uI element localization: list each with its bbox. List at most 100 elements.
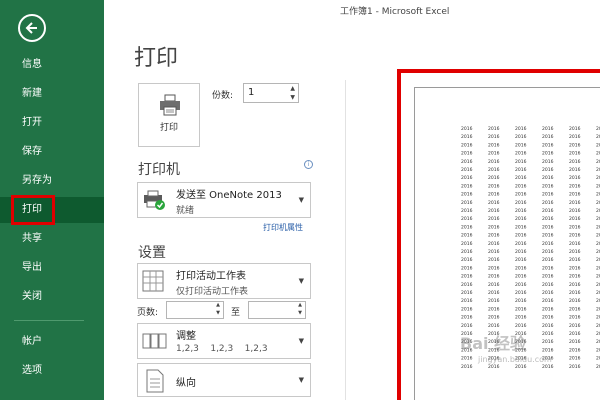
print-button[interactable]: 打印 bbox=[138, 83, 200, 147]
sidebar-item-save[interactable]: 保存 bbox=[0, 139, 104, 165]
preview-cell: 2016 bbox=[515, 159, 527, 165]
sidebar-item-export[interactable]: 导出 bbox=[0, 255, 104, 281]
page-to-input[interactable]: ▲ ▼ bbox=[248, 301, 306, 319]
preview-cell: 2016 bbox=[488, 257, 500, 263]
preview-cell: 2016 bbox=[569, 126, 581, 132]
preview-cell: 2016 bbox=[515, 274, 527, 280]
preview-cell: 2016 bbox=[515, 175, 527, 181]
spin-down-icon[interactable]: ▼ bbox=[298, 310, 302, 316]
preview-cell: 2016 bbox=[569, 298, 581, 304]
preview-cell: 2016 bbox=[542, 208, 554, 214]
preview-cell: 2016 bbox=[461, 265, 473, 271]
copies-input[interactable]: 1 ▲ ▼ bbox=[243, 83, 299, 103]
preview-cell: 2016 bbox=[569, 265, 581, 271]
preview-cell: 2016 bbox=[461, 257, 473, 263]
sidebar-item-save-as[interactable]: 另存为 bbox=[0, 168, 104, 194]
preview-cell: 2016 bbox=[596, 183, 600, 189]
preview-cell: 2016 bbox=[596, 192, 600, 198]
excel-print-backstage: 信息 新建 打开 保存 另存为 打印 共享 导出 关闭 帐户 选项 工作簿1 -… bbox=[0, 0, 600, 400]
preview-cell: 2016 bbox=[569, 356, 581, 362]
preview-cell: 2016 bbox=[542, 282, 554, 288]
preview-cell: 2016 bbox=[569, 364, 581, 370]
preview-cell: 2016 bbox=[488, 216, 500, 222]
preview-cell: 2016 bbox=[461, 356, 473, 362]
collate-title: 调整 bbox=[176, 331, 196, 342]
page-from-input[interactable]: ▲ ▼ bbox=[166, 301, 224, 319]
preview-cell: 2016 bbox=[461, 298, 473, 304]
preview-cell: 2016 bbox=[515, 290, 527, 296]
copies-label: 份数: bbox=[212, 91, 234, 101]
spin-up-icon[interactable]: ▲ bbox=[298, 302, 302, 308]
preview-cell: 2016 bbox=[596, 241, 600, 247]
sidebar-item-new[interactable]: 新建 bbox=[0, 81, 104, 107]
preview-cell: 2016 bbox=[488, 323, 500, 329]
preview-cell: 2016 bbox=[596, 323, 600, 329]
spin-down-icon[interactable]: ▼ bbox=[290, 94, 295, 101]
preview-cell: 2016 bbox=[488, 175, 500, 181]
preview-cell: 2016 bbox=[569, 167, 581, 173]
panel-divider bbox=[345, 80, 346, 400]
preview-cell: 2016 bbox=[569, 208, 581, 214]
preview-cell: 2016 bbox=[596, 134, 600, 140]
preview-cell: 2016 bbox=[542, 142, 554, 148]
chevron-down-icon: ▼ bbox=[298, 196, 304, 204]
preview-cell: 2016 bbox=[515, 233, 527, 239]
preview-cell: 2016 bbox=[488, 183, 500, 189]
preview-cell: 2016 bbox=[596, 339, 600, 345]
preview-cell: 2016 bbox=[596, 315, 600, 321]
sidebar-item-close[interactable]: 关闭 bbox=[0, 284, 104, 310]
preview-cell: 2016 bbox=[569, 282, 581, 288]
sidebar-item-share[interactable]: 共享 bbox=[0, 226, 104, 252]
print-scope-dropdown[interactable]: 打印活动工作表 仅打印活动工作表 ▼ bbox=[137, 263, 311, 299]
sidebar-item-open[interactable]: 打开 bbox=[0, 110, 104, 136]
preview-cell: 2016 bbox=[569, 315, 581, 321]
preview-cell: 2016 bbox=[542, 339, 554, 345]
preview-cell: 2016 bbox=[461, 200, 473, 206]
preview-cell: 2016 bbox=[461, 224, 473, 230]
preview-cell: 2016 bbox=[488, 241, 500, 247]
info-icon[interactable]: i bbox=[304, 160, 313, 169]
preview-cell: 2016 bbox=[488, 315, 500, 321]
preview-cell: 2016 bbox=[461, 208, 473, 214]
preview-cell: 2016 bbox=[515, 323, 527, 329]
preview-cell: 2016 bbox=[461, 192, 473, 198]
to-label: 至 bbox=[231, 308, 241, 318]
orientation-dropdown[interactable]: 纵向 ▼ bbox=[137, 363, 311, 397]
preview-cell: 2016 bbox=[542, 200, 554, 206]
printer-icon bbox=[160, 94, 180, 116]
printer-status: 就绪 bbox=[176, 206, 195, 216]
preview-cell: 2016 bbox=[569, 257, 581, 263]
preview-cell: 2016 bbox=[596, 265, 600, 271]
preview-cell: 2016 bbox=[515, 167, 527, 173]
printer-properties-link[interactable]: 打印机属性 bbox=[263, 222, 303, 233]
sidebar-item-info[interactable]: 信息 bbox=[0, 52, 104, 78]
collate-dropdown[interactable]: 调整 1,2,3 1,2,3 1,2,3 ▼ bbox=[137, 323, 311, 359]
sidebar-item-options[interactable]: 选项 bbox=[0, 358, 104, 384]
preview-cell: 2016 bbox=[542, 315, 554, 321]
preview-cell: 2016 bbox=[569, 331, 581, 337]
spin-up-icon[interactable]: ▲ bbox=[216, 302, 220, 308]
preview-cell: 2016 bbox=[569, 142, 581, 148]
chevron-down-icon: ▼ bbox=[298, 376, 304, 384]
preview-cell: 2016 bbox=[569, 159, 581, 165]
preview-cell: 2016 bbox=[596, 200, 600, 206]
preview-cell: 2016 bbox=[569, 241, 581, 247]
spin-down-icon[interactable]: ▼ bbox=[216, 310, 220, 316]
preview-cell: 2016 bbox=[596, 306, 600, 312]
preview-cell: 2016 bbox=[461, 126, 473, 132]
printer-dropdown[interactable]: 发送至 OneNote 2013 就绪 ▼ bbox=[137, 182, 311, 218]
preview-cell: 2016 bbox=[461, 175, 473, 181]
preview-cell: 2016 bbox=[488, 364, 500, 370]
sidebar-item-account[interactable]: 帐户 bbox=[0, 329, 104, 355]
preview-cell: 2016 bbox=[542, 347, 554, 353]
preview-cell: 2016 bbox=[488, 151, 500, 157]
preview-cell: 2016 bbox=[461, 183, 473, 189]
preview-cell: 2016 bbox=[596, 175, 600, 181]
spin-up-icon[interactable]: ▲ bbox=[290, 85, 295, 92]
preview-cell: 2016 bbox=[596, 208, 600, 214]
preview-cell: 2016 bbox=[515, 134, 527, 140]
preview-cell: 2016 bbox=[542, 364, 554, 370]
print-scope-subtitle: 仅打印活动工作表 bbox=[176, 287, 249, 297]
back-arrow-icon[interactable] bbox=[18, 14, 46, 42]
preview-cell: 2016 bbox=[569, 175, 581, 181]
